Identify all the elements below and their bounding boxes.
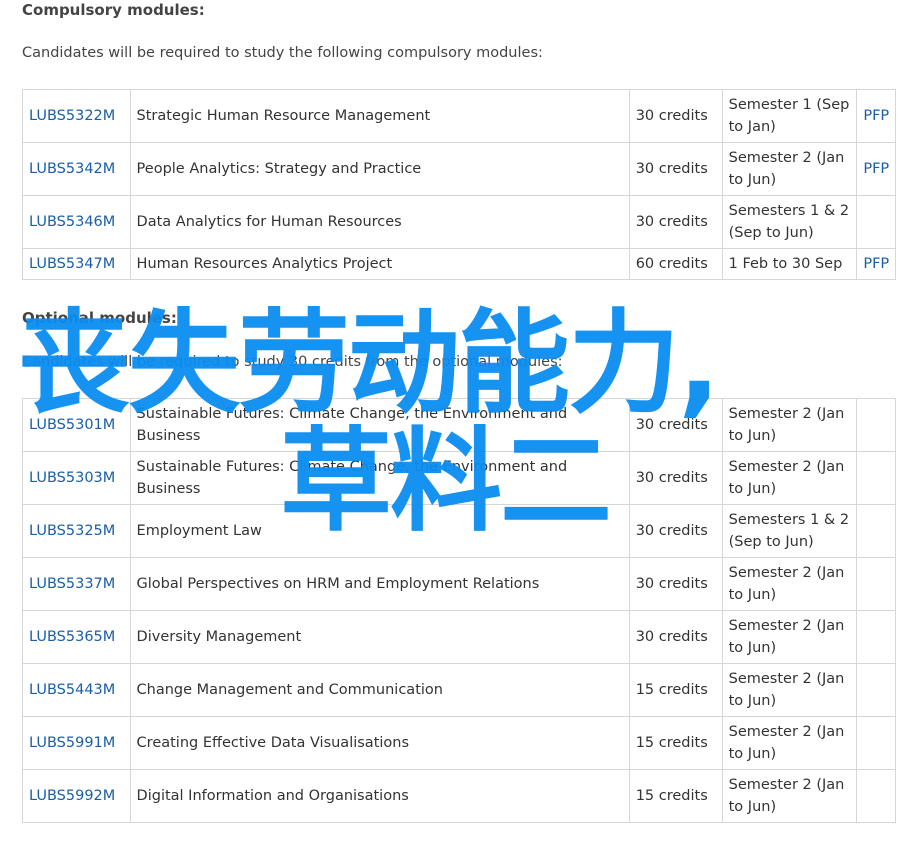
module-title: Creating Effective Data Visualisations <box>129 716 630 770</box>
compulsory-table: LUBS5322M Strategic Human Resource Manage… <box>22 89 896 280</box>
module-code-cell: LUBS5365M <box>22 610 131 664</box>
module-code-cell: LUBS5342M <box>22 142 131 196</box>
module-title: Data Analytics for Human Resources <box>129 195 630 249</box>
module-code-link[interactable]: LUBS5992M <box>29 788 115 804</box>
pfp-link[interactable]: PFP <box>863 256 889 272</box>
module-code-cell: LUBS5346M <box>22 195 131 249</box>
table-row: LUBS5301M Sustainable Futures: Climate Ch… <box>22 398 896 452</box>
module-semester: Semester 2 (Jan to Jun) <box>721 557 858 611</box>
module-credits: 30 credits <box>628 610 723 664</box>
module-credits: 30 credits <box>628 557 723 611</box>
module-semester: Semester 1 (Sep to Jan) <box>721 89 858 143</box>
module-code-link[interactable]: LUBS5325M <box>29 523 115 539</box>
module-code-cell: LUBS5322M <box>22 89 131 143</box>
optional-heading: Optional modules: <box>22 309 177 327</box>
module-semester: Semester 2 (Jan to Jun) <box>721 716 858 770</box>
pfp-cell <box>856 451 896 505</box>
module-semester: 1 Feb to 30 Sep <box>721 248 858 280</box>
module-credits: 15 credits <box>628 716 723 770</box>
module-credits: 30 credits <box>628 195 723 249</box>
module-code-link[interactable]: LUBS5346M <box>29 214 115 230</box>
table-row: LUBS5342M People Analytics: Strategy and … <box>22 142 896 196</box>
module-credits: 30 credits <box>628 142 723 196</box>
pfp-cell <box>856 663 896 717</box>
module-title: Strategic Human Resource Management <box>129 89 630 143</box>
module-code-link[interactable]: LUBS5991M <box>29 735 115 751</box>
module-title: Global Perspectives on HRM and Employmen… <box>129 557 630 611</box>
module-code-cell: LUBS5301M <box>22 398 131 452</box>
module-credits: 30 credits <box>628 451 723 505</box>
optional-intro: Candidates will be required to study 30 … <box>22 354 563 370</box>
module-code-cell: LUBS5325M <box>22 504 131 558</box>
module-credits: 30 credits <box>628 504 723 558</box>
module-code-link[interactable]: LUBS5365M <box>29 629 115 645</box>
pfp-cell <box>856 610 896 664</box>
module-code-link[interactable]: LUBS5342M <box>29 161 115 177</box>
module-code-link[interactable]: LUBS5322M <box>29 108 115 124</box>
module-title: Sustainable Futures: Climate Change, the… <box>129 451 630 505</box>
compulsory-intro: Candidates will be required to study the… <box>22 45 543 61</box>
pfp-link[interactable]: PFP <box>863 108 889 124</box>
module-semester: Semesters 1 & 2 (Sep to Jun) <box>721 504 858 558</box>
table-row: LUBS5325M Employment Law 30 credits Semeste… <box>22 504 896 558</box>
module-code-cell: LUBS5991M <box>22 716 131 770</box>
pfp-cell <box>856 195 896 249</box>
module-semester: Semester 2 (Jan to Jun) <box>721 451 858 505</box>
table-row: LUBS5347M Human Resources Analytics Proje… <box>22 248 896 280</box>
module-code-cell: LUBS5337M <box>22 557 131 611</box>
module-code-link[interactable]: LUBS5303M <box>29 470 115 486</box>
table-row: LUBS5346M Data Analytics for Human Resour… <box>22 195 896 249</box>
pfp-cell <box>856 769 896 823</box>
module-title: Employment Law <box>129 504 630 558</box>
module-title: Diversity Management <box>129 610 630 664</box>
table-row: LUBS5991M Creating Effective Data Visuali… <box>22 716 896 770</box>
pfp-cell <box>856 557 896 611</box>
module-title: Change Management and Communication <box>129 663 630 717</box>
module-title: Digital Information and Organisations <box>129 769 630 823</box>
module-credits: 30 credits <box>628 89 723 143</box>
pfp-link[interactable]: PFP <box>863 161 889 177</box>
module-code-cell: LUBS5443M <box>22 663 131 717</box>
pfp-cell: PFP <box>856 142 896 196</box>
module-credits: 15 credits <box>628 769 723 823</box>
pfp-cell <box>856 504 896 558</box>
pfp-cell: PFP <box>856 248 896 280</box>
module-semester: Semester 2 (Jan to Jun) <box>721 610 858 664</box>
module-credits: 15 credits <box>628 663 723 717</box>
pfp-cell <box>856 716 896 770</box>
module-title: Human Resources Analytics Project <box>129 248 630 280</box>
table-row: LUBS5443M Change Management and Communica… <box>22 663 896 717</box>
table-row: LUBS5992M Digital Information and Organis… <box>22 769 896 823</box>
optional-table: LUBS5301M Sustainable Futures: Climate Ch… <box>22 398 896 823</box>
module-semester: Semester 2 (Jan to Jun) <box>721 398 858 452</box>
module-code-link[interactable]: LUBS5337M <box>29 576 115 592</box>
module-code-link[interactable]: LUBS5443M <box>29 682 115 698</box>
module-credits: 60 credits <box>628 248 723 280</box>
module-title: Sustainable Futures: Climate Change, the… <box>129 398 630 452</box>
table-row: LUBS5322M Strategic Human Resource Manage… <box>22 89 896 143</box>
module-code-cell: LUBS5992M <box>22 769 131 823</box>
module-semester: Semester 2 (Jan to Jun) <box>721 663 858 717</box>
module-semester: Semester 2 (Jan to Jun) <box>721 769 858 823</box>
module-code-cell: LUBS5303M <box>22 451 131 505</box>
module-credits: 30 credits <box>628 398 723 452</box>
module-code-cell: LUBS5347M <box>22 248 131 280</box>
pfp-cell <box>856 398 896 452</box>
module-title: People Analytics: Strategy and Practice <box>129 142 630 196</box>
pfp-cell: PFP <box>856 89 896 143</box>
table-row: LUBS5365M Diversity Management 30 credits S… <box>22 610 896 664</box>
module-code-link[interactable]: LUBS5347M <box>29 256 115 272</box>
table-row: LUBS5303M Sustainable Futures: Climate Ch… <box>22 451 896 505</box>
table-row: LUBS5337M Global Perspectives on HRM and … <box>22 557 896 611</box>
module-semester: Semesters 1 & 2 (Sep to Jun) <box>721 195 858 249</box>
compulsory-heading: Compulsory modules: <box>22 1 205 19</box>
module-code-link[interactable]: LUBS5301M <box>29 417 115 433</box>
module-semester: Semester 2 (Jan to Jun) <box>721 142 858 196</box>
